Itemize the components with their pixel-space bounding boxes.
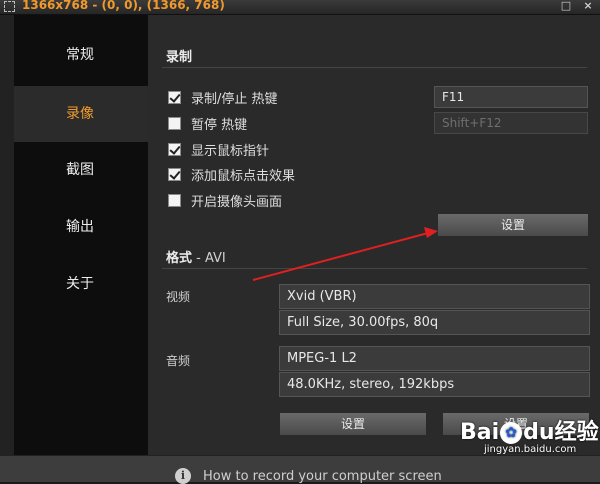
- window-title: 1366x768 - (0, 0), (1366, 768): [22, 0, 225, 12]
- video-label: 视频: [166, 290, 191, 304]
- pause-hotkey-checkbox[interactable]: [168, 116, 181, 130]
- video-detail-field[interactable]: Full Size, 30.00fps, 80q: [279, 310, 590, 335]
- video-codec-field[interactable]: Xvid (VBR): [279, 284, 590, 309]
- option-show-cursor[interactable]: 显示鼠标指针: [168, 140, 270, 159]
- record-hotkey-label: 录制/停止 热键: [191, 91, 278, 107]
- region-select-icon: [4, 1, 15, 12]
- sidebar-item-about[interactable]: 关于: [14, 256, 148, 312]
- sidebar-item-screenshot[interactable]: 截图: [14, 142, 148, 198]
- sidebar-edge: [0, 15, 14, 455]
- show-cursor-checkbox[interactable]: [168, 142, 181, 156]
- click-effect-label: 添加鼠标点击效果: [191, 168, 296, 184]
- close-button[interactable]: ×: [578, 0, 598, 14]
- record-settings-button[interactable]: 设置: [437, 213, 589, 237]
- format-title-suffix: - AVI: [192, 251, 226, 266]
- audio-detail-field[interactable]: 48.0KHz, stereo, 192kbps: [279, 372, 590, 397]
- record-section-divider: [162, 67, 587, 68]
- record-section-title: 录制: [166, 50, 193, 65]
- format-section-title: 格式 - AVI: [166, 247, 226, 266]
- main-panel: 录制 录制/停止 热键 暂停 热键 显示鼠标指针 添加鼠标点击效果 开启摄像头画…: [148, 15, 600, 455]
- click-effect-checkbox[interactable]: [168, 167, 181, 181]
- title-bar: 1366x768 - (0, 0), (1366, 768) □ ×: [0, 0, 600, 15]
- webcam-checkbox[interactable]: [168, 193, 181, 207]
- option-click-effect[interactable]: 添加鼠标点击效果: [168, 165, 296, 184]
- status-bar: i How to record your computer screen: [0, 455, 600, 484]
- format-settings-button[interactable]: 设置: [279, 412, 427, 436]
- record-hotkey-field[interactable]: F11: [434, 86, 588, 108]
- webcam-label: 开启摄像头画面: [191, 194, 283, 210]
- show-cursor-label: 显示鼠标指针: [191, 143, 270, 159]
- sidebar: 常规 录像 截图 输出 关于: [14, 15, 148, 455]
- pause-hotkey-field[interactable]: Shift+F12: [434, 112, 588, 134]
- audio-label: 音频: [166, 354, 191, 368]
- sidebar-item-general[interactable]: 常规: [14, 27, 148, 83]
- option-record-stop-hotkey[interactable]: 录制/停止 热键: [168, 88, 278, 107]
- sidebar-item-recording[interactable]: 录像: [14, 86, 148, 142]
- restore-button[interactable]: □: [556, 0, 576, 14]
- pause-hotkey-label: 暂停 热键: [191, 117, 248, 133]
- record-hotkey-checkbox[interactable]: [168, 90, 181, 104]
- audio-codec-field[interactable]: MPEG-1 L2: [279, 346, 590, 371]
- option-webcam[interactable]: 开启摄像头画面: [168, 191, 283, 210]
- option-pause-hotkey[interactable]: 暂停 热键: [168, 114, 248, 133]
- info-icon: i: [175, 468, 191, 484]
- format-title-text: 格式: [166, 251, 193, 266]
- sidebar-item-output[interactable]: 输出: [14, 199, 148, 255]
- format-section-divider: [162, 268, 587, 269]
- help-link[interactable]: How to record your computer screen: [203, 469, 442, 484]
- format-second-button[interactable]: 设置: [442, 412, 590, 436]
